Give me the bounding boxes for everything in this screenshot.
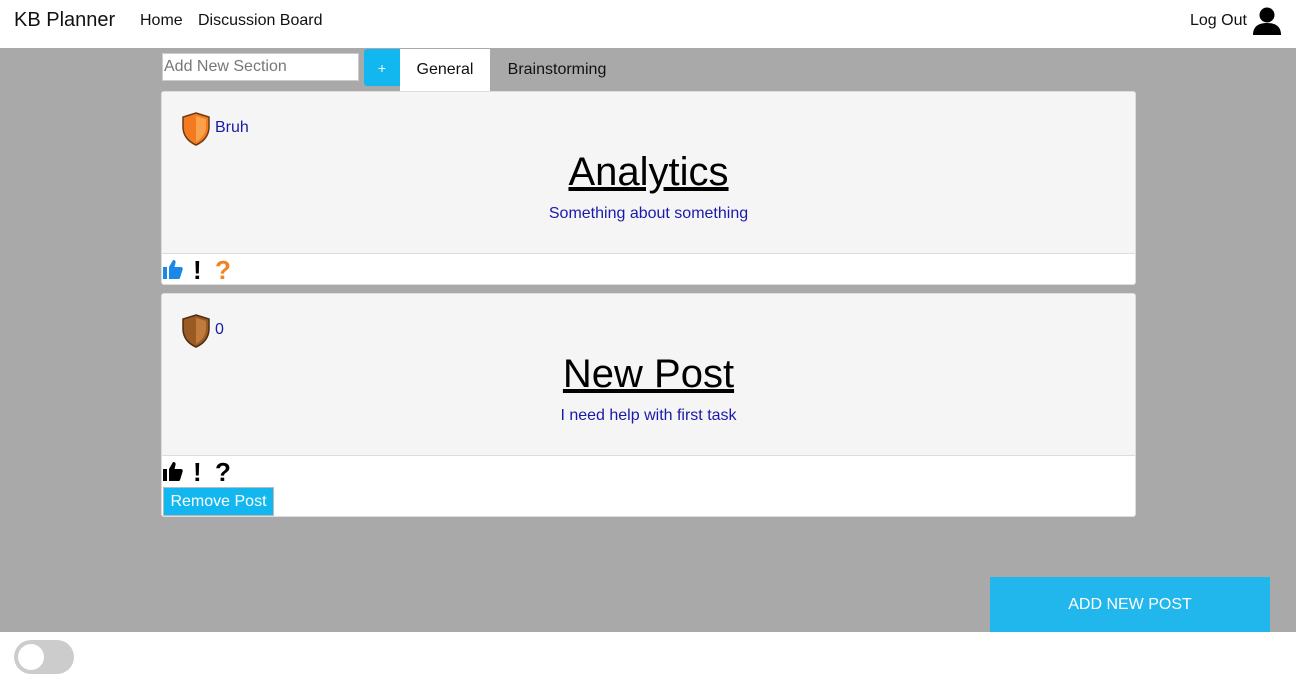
thumbs-up-icon[interactable] — [163, 259, 183, 279]
logout-link[interactable]: Log Out — [1190, 12, 1247, 30]
question-icon[interactable]: ? — [215, 257, 231, 283]
post-card: Bruh Analytics Something about something… — [161, 91, 1136, 285]
add-new-post-button[interactable]: ADD NEW POST — [990, 577, 1270, 632]
bronze-shield-icon — [182, 314, 210, 348]
tab-general[interactable]: General — [400, 49, 490, 91]
post-author[interactable]: 0 — [215, 321, 224, 339]
nav-link-home[interactable]: Home — [140, 12, 183, 30]
reaction-bar: ! ? — [162, 457, 362, 487]
nav-link-discussion-board[interactable]: Discussion Board — [198, 12, 323, 30]
post-description: Something about something — [548, 205, 749, 222]
exclamation-icon[interactable]: ! — [193, 257, 202, 283]
remove-post-button[interactable]: Remove Post — [163, 487, 274, 516]
navbar: KB Planner Home Discussion Board Log Out — [0, 0, 1296, 48]
post-body: 0 New Post I need help with first task — [162, 294, 1135, 456]
toggle-knob — [18, 644, 44, 670]
post-card: 0 New Post I need help with first task !… — [161, 293, 1136, 517]
add-section-input[interactable] — [162, 53, 359, 81]
reaction-bar: ! ? — [162, 255, 362, 284]
post-description: I need help with first task — [560, 407, 737, 424]
user-icon[interactable] — [1252, 6, 1282, 36]
footer — [0, 632, 1296, 688]
post-title[interactable]: New Post — [162, 352, 1135, 397]
add-section-button[interactable]: + — [364, 49, 400, 86]
brand-logo[interactable]: KB Planner — [14, 9, 115, 32]
question-icon[interactable]: ? — [215, 459, 231, 485]
orange-shield-icon — [182, 112, 210, 146]
post-author[interactable]: Bruh — [215, 119, 249, 137]
theme-toggle[interactable] — [14, 640, 74, 674]
post-body: Bruh Analytics Something about something — [162, 92, 1135, 254]
discussion-board: + General Brainstorming Bruh Analytics S… — [0, 48, 1296, 632]
exclamation-icon[interactable]: ! — [193, 459, 202, 485]
thumbs-up-icon[interactable] — [163, 461, 183, 481]
tab-brainstorming[interactable]: Brainstorming — [490, 49, 624, 91]
post-title[interactable]: Analytics — [162, 150, 1135, 195]
